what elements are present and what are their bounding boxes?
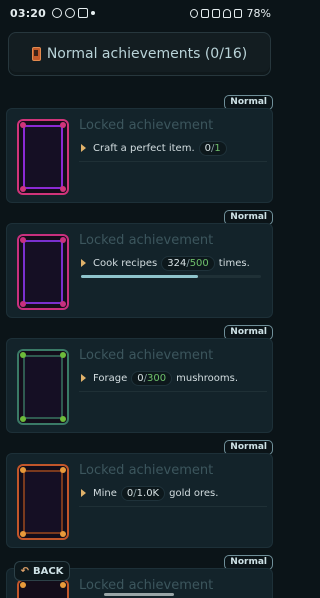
achievement-card[interactable]: Locked achievement Mine 0/1.0K gold ores… <box>6 453 273 548</box>
notification-icons <box>52 8 96 18</box>
progress-total: 500 <box>189 257 209 269</box>
divider <box>79 391 267 392</box>
requirement-suffix: gold ores. <box>169 487 219 499</box>
progress-total: 300 <box>147 372 167 384</box>
achievement-card[interactable]: Locked achievement Craft a perfect item.… <box>6 108 273 203</box>
achievements-header: Normal achievements (0/16) <box>8 32 271 76</box>
alarm-icon <box>189 8 198 18</box>
back-button[interactable]: ↶ BACK <box>14 561 70 581</box>
notification-dot-icon <box>52 8 63 18</box>
status-time: 03:20 <box>10 6 47 20</box>
status-bar: 03:20 78% <box>0 0 279 26</box>
divider <box>79 506 267 507</box>
instagram-icon <box>65 8 76 18</box>
locked-achievement-icon <box>17 349 69 425</box>
home-gesture-handle[interactable] <box>104 593 174 596</box>
bullet-icon <box>81 144 86 152</box>
requirement-suffix: mushrooms. <box>176 372 238 384</box>
progress-counter: 324/500 <box>161 255 215 271</box>
achievement-requirement: Mine 0/1.0K gold ores. <box>81 483 218 503</box>
progress-counter: 0/300 <box>131 370 173 386</box>
achievement-title: Locked achievement <box>79 118 214 133</box>
notification-dot <box>91 11 96 15</box>
bullet-icon <box>81 489 86 497</box>
bullet-icon <box>81 259 86 267</box>
progress-counter: 0/1 <box>198 140 227 156</box>
bullet-icon <box>81 374 86 382</box>
achievement-title: Locked achievement <box>79 233 214 248</box>
progress-total: 1.0K <box>136 487 160 499</box>
divider <box>79 161 267 162</box>
requirement-text: Forage <box>93 372 128 384</box>
progress-current: 324 <box>167 257 187 269</box>
requirement-text: Craft a perfect item. <box>93 142 195 154</box>
phone-icon <box>31 47 41 61</box>
locked-achievement-icon <box>17 464 69 540</box>
locked-achievement-icon <box>17 119 69 195</box>
wifi-icon <box>222 8 231 18</box>
system-icons: 78% <box>189 6 271 20</box>
progress-bar-fill <box>81 275 198 278</box>
achievement-requirement: Forage 0/300 mushrooms. <box>81 368 238 388</box>
gmail-icon <box>78 8 89 18</box>
achievement-title: Locked achievement <box>79 348 214 363</box>
back-button-label: BACK <box>32 565 64 577</box>
progress-counter: 0/1.0K <box>120 485 166 501</box>
requirement-text: Mine <box>93 487 117 499</box>
mute-icon <box>211 8 220 18</box>
page-title: Normal achievements (0/16) <box>46 46 248 62</box>
battery-percent: 78% <box>246 6 271 20</box>
progress-bar <box>81 275 261 278</box>
requirement-text: Cook recipes <box>93 257 158 269</box>
achievement-card[interactable]: Locked achievement Cook recipes 324/500 … <box>6 223 273 318</box>
requirement-suffix: times. <box>218 257 250 269</box>
signal-icon <box>233 8 242 18</box>
achievement-title: Locked achievement <box>79 463 214 478</box>
achievement-card[interactable]: Locked achievement Forage 0/300 mushroom… <box>6 338 273 433</box>
locked-achievement-icon <box>17 234 69 310</box>
progress-total: 1 <box>214 142 221 154</box>
system-nav-bar <box>0 590 279 598</box>
achievement-requirement: Craft a perfect item. 0/1 <box>81 138 227 158</box>
achievement-requirement: Cook recipes 324/500 times. <box>81 253 250 273</box>
back-arrow-icon: ↶ <box>20 565 29 577</box>
bluetooth-icon <box>200 8 209 18</box>
